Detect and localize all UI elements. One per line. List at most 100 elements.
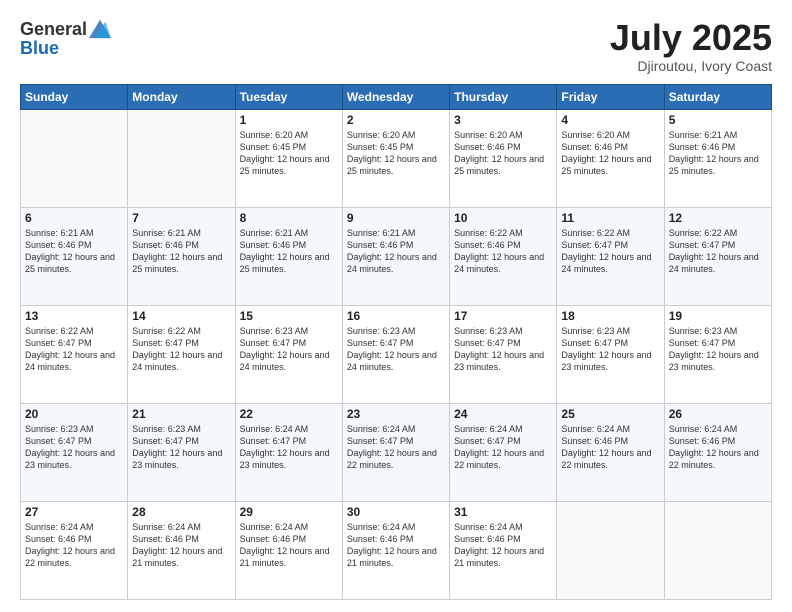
day-number: 21 <box>132 407 230 421</box>
calendar-cell: 10 Sunrise: 6:22 AMSunset: 6:46 PMDayligh… <box>450 207 557 305</box>
day-header-wednesday: Wednesday <box>342 84 449 109</box>
day-number: 8 <box>240 211 338 225</box>
calendar-cell <box>128 109 235 207</box>
calendar-cell: 7 Sunrise: 6:21 AMSunset: 6:46 PMDaylight… <box>128 207 235 305</box>
calendar-cell: 27 Sunrise: 6:24 AMSunset: 6:46 PMDayligh… <box>21 501 128 599</box>
calendar-cell: 26Sunrise: 6:24 AMSunset: 6:46 PMDayligh… <box>664 403 771 501</box>
day-info: Sunrise: 6:24 AMSunset: 6:46 PMDaylight:… <box>240 521 338 570</box>
day-number: 24 <box>454 407 552 421</box>
calendar-cell: 11 Sunrise: 6:22 AMSunset: 6:47 PMDayligh… <box>557 207 664 305</box>
location: Djiroutou, Ivory Coast <box>610 58 772 74</box>
day-number: 11 <box>561 211 659 225</box>
day-number: 20 <box>25 407 123 421</box>
day-info: Sunrise: 6:24 AMSunset: 6:46 PMDaylight:… <box>347 521 445 570</box>
day-header-tuesday: Tuesday <box>235 84 342 109</box>
day-number: 28 <box>132 505 230 519</box>
calendar-cell: 3Sunrise: 6:20 AMSunset: 6:46 PMDaylight… <box>450 109 557 207</box>
day-info: Sunrise: 6:24 AMSunset: 6:46 PMDaylight:… <box>132 521 230 570</box>
calendar-cell: 17 Sunrise: 6:23 AMSunset: 6:47 PMDayligh… <box>450 305 557 403</box>
day-number: 17 <box>454 309 552 323</box>
day-number: 16 <box>347 309 445 323</box>
day-header-saturday: Saturday <box>664 84 771 109</box>
day-number: 30 <box>347 505 445 519</box>
calendar-cell: 13 Sunrise: 6:22 AMSunset: 6:47 PMDayligh… <box>21 305 128 403</box>
day-info: Sunrise: 6:23 AMSunset: 6:47 PMDaylight:… <box>347 325 445 374</box>
day-number: 26 <box>669 407 767 421</box>
day-number: 7 <box>132 211 230 225</box>
calendar-cell: 6 Sunrise: 6:21 AMSunset: 6:46 PMDaylight… <box>21 207 128 305</box>
calendar-cell: 1Sunrise: 6:20 AMSunset: 6:45 PMDaylight… <box>235 109 342 207</box>
day-number: 23 <box>347 407 445 421</box>
day-header-friday: Friday <box>557 84 664 109</box>
page: General Blue July 2025 Djiroutou, Ivory … <box>0 0 792 612</box>
day-number: 19 <box>669 309 767 323</box>
day-info: Sunrise: 6:24 AMSunset: 6:47 PMDaylight:… <box>347 423 445 472</box>
calendar-week-row: 20 Sunrise: 6:23 AMSunset: 6:47 PMDayligh… <box>21 403 772 501</box>
day-header-monday: Monday <box>128 84 235 109</box>
day-number: 6 <box>25 211 123 225</box>
day-info: Sunrise: 6:22 AMSunset: 6:47 PMDaylight:… <box>132 325 230 374</box>
day-info: Sunrise: 6:23 AMSunset: 6:47 PMDaylight:… <box>25 423 123 472</box>
title-block: July 2025 Djiroutou, Ivory Coast <box>610 18 772 74</box>
calendar-cell: 22 Sunrise: 6:24 AMSunset: 6:47 PMDayligh… <box>235 403 342 501</box>
day-number: 27 <box>25 505 123 519</box>
day-info: Sunrise: 6:23 AMSunset: 6:47 PMDaylight:… <box>454 325 552 374</box>
calendar-cell <box>557 501 664 599</box>
calendar-week-row: 13 Sunrise: 6:22 AMSunset: 6:47 PMDayligh… <box>21 305 772 403</box>
calendar-cell: 24 Sunrise: 6:24 AMSunset: 6:47 PMDayligh… <box>450 403 557 501</box>
logo: General Blue <box>20 18 111 59</box>
day-number: 25 <box>561 407 659 421</box>
day-info: Sunrise: 6:23 AMSunset: 6:47 PMDaylight:… <box>561 325 659 374</box>
day-info: Sunrise: 6:23 AMSunset: 6:47 PMDaylight:… <box>669 325 767 374</box>
calendar-table: SundayMondayTuesdayWednesdayThursdayFrid… <box>20 84 772 600</box>
day-info: Sunrise: 6:21 AMSunset: 6:46 PMDaylight:… <box>347 227 445 276</box>
calendar-cell: 30 Sunrise: 6:24 AMSunset: 6:46 PMDayligh… <box>342 501 449 599</box>
day-info: Sunrise: 6:24 AMSunset: 6:46 PMDaylight:… <box>561 423 659 472</box>
month-title: July 2025 <box>610 18 772 58</box>
day-info: Sunrise: 6:21 AMSunset: 6:46 PMDaylight:… <box>669 129 767 178</box>
day-header-thursday: Thursday <box>450 84 557 109</box>
day-info: Sunrise: 6:20 AMSunset: 6:45 PMDaylight:… <box>240 129 338 178</box>
day-number: 22 <box>240 407 338 421</box>
day-number: 13 <box>25 309 123 323</box>
calendar-cell: 28 Sunrise: 6:24 AMSunset: 6:46 PMDayligh… <box>128 501 235 599</box>
day-number: 5 <box>669 113 767 127</box>
calendar-header-row: SundayMondayTuesdayWednesdayThursdayFrid… <box>21 84 772 109</box>
calendar-cell: 2 Sunrise: 6:20 AMSunset: 6:45 PMDaylight… <box>342 109 449 207</box>
calendar-cell: 18 Sunrise: 6:23 AMSunset: 6:47 PMDayligh… <box>557 305 664 403</box>
calendar-cell: 5 Sunrise: 6:21 AMSunset: 6:46 PMDaylight… <box>664 109 771 207</box>
calendar-week-row: 1Sunrise: 6:20 AMSunset: 6:45 PMDaylight… <box>21 109 772 207</box>
header: General Blue July 2025 Djiroutou, Ivory … <box>20 18 772 74</box>
calendar-cell: 29 Sunrise: 6:24 AMSunset: 6:46 PMDayligh… <box>235 501 342 599</box>
day-number: 15 <box>240 309 338 323</box>
calendar-cell: 9 Sunrise: 6:21 AMSunset: 6:46 PMDaylight… <box>342 207 449 305</box>
logo-icon <box>89 18 111 40</box>
calendar-cell: 23 Sunrise: 6:24 AMSunset: 6:47 PMDayligh… <box>342 403 449 501</box>
day-info: Sunrise: 6:20 AMSunset: 6:45 PMDaylight:… <box>347 129 445 178</box>
day-number: 2 <box>347 113 445 127</box>
calendar-cell: 16 Sunrise: 6:23 AMSunset: 6:47 PMDayligh… <box>342 305 449 403</box>
calendar-cell: 14 Sunrise: 6:22 AMSunset: 6:47 PMDayligh… <box>128 305 235 403</box>
day-info: Sunrise: 6:21 AMSunset: 6:46 PMDaylight:… <box>25 227 123 276</box>
calendar-cell: 19 Sunrise: 6:23 AMSunset: 6:47 PMDayligh… <box>664 305 771 403</box>
day-info: Sunrise: 6:24 AMSunset: 6:46 PMDaylight:… <box>25 521 123 570</box>
day-number: 29 <box>240 505 338 519</box>
day-info: Sunrise: 6:22 AMSunset: 6:47 PMDaylight:… <box>25 325 123 374</box>
day-number: 10 <box>454 211 552 225</box>
calendar-week-row: 6 Sunrise: 6:21 AMSunset: 6:46 PMDaylight… <box>21 207 772 305</box>
calendar-cell: 8Sunrise: 6:21 AMSunset: 6:46 PMDaylight… <box>235 207 342 305</box>
day-info: Sunrise: 6:22 AMSunset: 6:46 PMDaylight:… <box>454 227 552 276</box>
day-number: 3 <box>454 113 552 127</box>
calendar-cell: 12Sunrise: 6:22 AMSunset: 6:47 PMDayligh… <box>664 207 771 305</box>
day-number: 18 <box>561 309 659 323</box>
day-number: 9 <box>347 211 445 225</box>
calendar-cell <box>664 501 771 599</box>
day-info: Sunrise: 6:24 AMSunset: 6:47 PMDaylight:… <box>240 423 338 472</box>
day-header-sunday: Sunday <box>21 84 128 109</box>
day-info: Sunrise: 6:24 AMSunset: 6:46 PMDaylight:… <box>454 521 552 570</box>
day-number: 14 <box>132 309 230 323</box>
day-info: Sunrise: 6:22 AMSunset: 6:47 PMDaylight:… <box>561 227 659 276</box>
day-info: Sunrise: 6:21 AMSunset: 6:46 PMDaylight:… <box>132 227 230 276</box>
day-info: Sunrise: 6:24 AMSunset: 6:47 PMDaylight:… <box>454 423 552 472</box>
logo-general-text: General <box>20 19 87 40</box>
